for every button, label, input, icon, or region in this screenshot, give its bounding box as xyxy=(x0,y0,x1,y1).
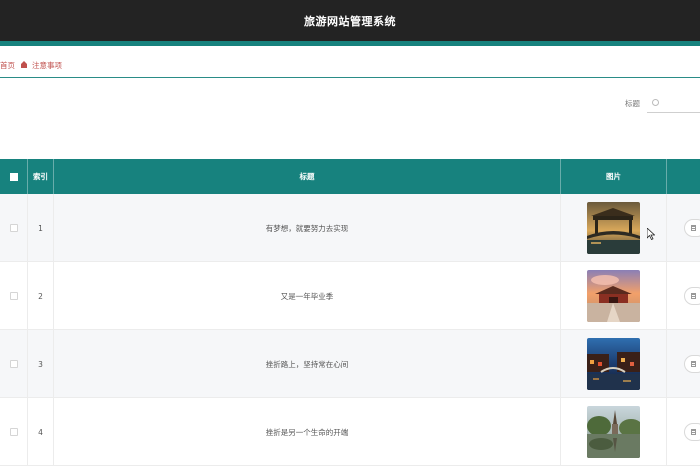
edit-button[interactable] xyxy=(684,287,700,305)
row-index: 2 xyxy=(28,262,54,330)
breadcrumb-home-link[interactable]: 首页 xyxy=(0,60,15,71)
breadcrumb-current: 注意事项 xyxy=(32,60,62,70)
home-icon xyxy=(21,61,27,68)
edit-icon xyxy=(691,361,696,367)
row-index-text: 2 xyxy=(38,291,43,301)
row-index-text: 1 xyxy=(38,223,43,233)
row-title-text: 挫折是另一个生命的开端 xyxy=(265,427,349,437)
edit-icon xyxy=(691,225,696,231)
table-header: 索引 标题 图片 xyxy=(0,159,700,194)
mouse-cursor-icon xyxy=(647,228,655,240)
app-title: 旅游网站管理系统 xyxy=(304,15,396,28)
row-checkbox[interactable] xyxy=(9,224,18,232)
row-title-text: 挫折路上，坚持常在心间 xyxy=(265,359,349,369)
breadcrumb: 首页 注意事项 xyxy=(0,59,62,71)
column-header-title[interactable]: 标题 xyxy=(54,159,561,194)
row-title-text: 又是一年毕业季 xyxy=(280,291,334,301)
edit-icon xyxy=(691,293,696,299)
search-icon xyxy=(652,99,659,106)
column-header-index[interactable]: 索引 xyxy=(28,159,54,194)
canal-town-night-photo[interactable] xyxy=(587,338,640,390)
row-checkbox-cell xyxy=(0,330,28,398)
row-image-cell xyxy=(561,398,667,466)
row-checkbox-cell xyxy=(0,398,28,466)
row-checkbox-cell xyxy=(0,262,28,330)
table-row[interactable]: 2 又是一年毕业季 xyxy=(0,262,700,330)
palace-sunset-photo[interactable] xyxy=(587,270,640,322)
column-header-actions xyxy=(667,159,700,194)
row-index-text: 4 xyxy=(38,427,43,437)
data-table: 索引 标题 图片 1 有梦想，就要努力去实现 2 又是一年毕业季 3 挫折路上，… xyxy=(0,159,700,466)
row-image-cell xyxy=(561,262,667,330)
row-checkbox-cell xyxy=(0,194,28,262)
edit-icon xyxy=(691,429,696,435)
edit-button[interactable] xyxy=(684,355,700,373)
top-bar: 旅游网站管理系统 xyxy=(0,0,700,41)
search-title-input[interactable] xyxy=(647,93,700,113)
column-header-image[interactable]: 图片 xyxy=(561,159,667,194)
table-row[interactable]: 4 挫折是另一个生命的开端 xyxy=(0,398,700,466)
row-checkbox[interactable] xyxy=(9,428,18,436)
select-all-checkbox[interactable] xyxy=(9,172,18,181)
table-row[interactable]: 1 有梦想，就要努力去实现 xyxy=(0,194,700,262)
row-title: 又是一年毕业季 xyxy=(54,262,561,330)
breadcrumb-divider xyxy=(0,77,700,78)
edit-button[interactable] xyxy=(684,423,700,441)
table-row[interactable]: 3 挫折路上，坚持常在心间 xyxy=(0,330,700,398)
row-title: 有梦想，就要努力去实现 xyxy=(54,194,561,262)
row-checkbox[interactable] xyxy=(9,292,18,300)
row-index-text: 3 xyxy=(38,359,43,369)
row-image-cell xyxy=(561,330,667,398)
row-index: 3 xyxy=(28,330,54,398)
bridge-pavilion-photo[interactable] xyxy=(587,202,640,254)
row-title-text: 有梦想，就要努力去实现 xyxy=(265,223,349,233)
row-checkbox[interactable] xyxy=(9,360,18,368)
lake-church-photo[interactable] xyxy=(587,406,640,458)
row-title: 挫折是另一个生命的开端 xyxy=(54,398,561,466)
search-title-label: 标题 xyxy=(625,99,640,108)
row-index: 1 xyxy=(28,194,54,262)
accent-bar xyxy=(0,41,700,46)
row-index: 4 xyxy=(28,398,54,466)
header-checkbox-cell xyxy=(0,159,28,194)
row-title: 挫折路上，坚持常在心间 xyxy=(54,330,561,398)
edit-button[interactable] xyxy=(684,219,700,237)
